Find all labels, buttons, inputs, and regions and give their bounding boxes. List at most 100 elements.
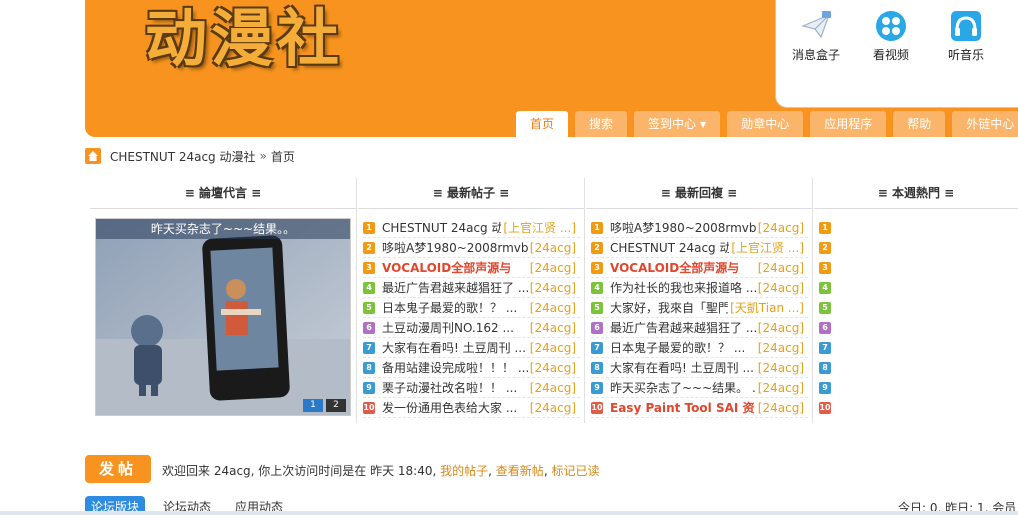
- new-post-author[interactable]: [24acg]: [527, 338, 576, 357]
- new-reply-author[interactable]: [24acg]: [755, 378, 804, 397]
- new-post-row[interactable]: 1 CHESTNUT 24acg 动 [上官江贤 ...]: [363, 218, 580, 238]
- new-reply-author[interactable]: [24acg]: [755, 358, 804, 377]
- new-reply-row[interactable]: 5 大家好，我來自「聖門 [天凱Tian ...]: [591, 298, 808, 318]
- hot-row[interactable]: 5: [819, 298, 841, 318]
- music-link[interactable]: 听音乐: [931, 10, 1001, 63]
- new-post-title[interactable]: VOCALOID全部声源与: [382, 258, 511, 277]
- slideshow-image: [96, 219, 350, 415]
- new-post-title[interactable]: 栗子动漫社改名啦！！ ...: [382, 378, 517, 397]
- hot-row[interactable]: 6: [819, 318, 841, 338]
- ad-slideshow[interactable]: 昨天买杂志了~~~结果。。 1 2: [95, 218, 351, 416]
- new-reply-author[interactable]: [天凱Tian ...]: [728, 298, 804, 317]
- breadcrumb: CHESTNUT 24acg 动漫社 » 首页: [85, 147, 295, 165]
- new-post-title[interactable]: 备用站建设完成啦！！！ ...: [382, 358, 529, 377]
- new-reply-author[interactable]: [24acg]: [755, 258, 804, 277]
- new-post-title[interactable]: 发一份通用色表给大家 ...: [382, 398, 517, 417]
- new-post-title[interactable]: 最近广告君越来越猖狂了 ...: [382, 278, 529, 297]
- nav-search[interactable]: 搜索: [575, 111, 628, 137]
- new-post-button[interactable]: 发帖: [85, 455, 151, 483]
- rank-number-icon: 10: [591, 402, 603, 414]
- new-post-title[interactable]: 大家有在看吗! 土豆周刊 ...: [382, 338, 526, 357]
- hot-row[interactable]: 9: [819, 378, 841, 398]
- nav-apps-label: 应用程序: [824, 117, 873, 131]
- new-reply-row[interactable]: 8 大家有在看吗! 土豆周刊 ... [24acg]: [591, 358, 808, 378]
- nav-external-links[interactable]: 外链中心▼: [952, 111, 1018, 137]
- new-reply-title[interactable]: 大家好，我來自「聖門: [610, 298, 730, 317]
- new-post-author[interactable]: [24acg]: [527, 238, 576, 257]
- breadcrumb-site[interactable]: CHESTNUT 24acg 动漫社: [110, 148, 256, 165]
- new-post-author[interactable]: [24acg]: [527, 318, 576, 337]
- new-reply-title[interactable]: 作为社长的我也来报道咯 ...: [610, 278, 757, 297]
- new-reply-author[interactable]: [24acg]: [755, 278, 804, 297]
- hot-row[interactable]: 10: [819, 398, 841, 418]
- rank-number-icon: 6: [819, 322, 831, 334]
- nav-apps[interactable]: 应用程序: [810, 111, 887, 137]
- video-label: 看视频: [872, 48, 909, 62]
- new-reply-row[interactable]: 7 日本鬼子最爱的歌！？ ... [24acg]: [591, 338, 808, 358]
- new-post-title[interactable]: 哆啦A梦1980~2008rmvb: [382, 238, 528, 257]
- new-post-row[interactable]: 7 大家有在看吗! 土豆周刊 ... [24acg]: [363, 338, 580, 358]
- hot-row[interactable]: 7: [819, 338, 841, 358]
- new-reply-title[interactable]: 最近广告君越来越猖狂了 ...: [610, 318, 757, 337]
- new-reply-author[interactable]: [24acg]: [755, 218, 804, 237]
- video-link[interactable]: 看视频: [856, 10, 926, 63]
- new-reply-row[interactable]: 9 昨天买杂志了~~~结果。 ... [24acg]: [591, 378, 808, 398]
- new-post-author[interactable]: [上官江贤 ...]: [501, 218, 576, 237]
- new-post-row[interactable]: 5 日本鬼子最爱的歌！？ ... [24acg]: [363, 298, 580, 318]
- new-reply-title[interactable]: 昨天买杂志了~~~结果。 ...: [610, 378, 763, 397]
- new-post-title[interactable]: 日本鬼子最爱的歌！？ ...: [382, 298, 517, 317]
- hot-row[interactable]: 1: [819, 218, 841, 238]
- new-reply-row[interactable]: 2 CHESTNUT 24acg 动 [上官江贤 ...]: [591, 238, 808, 258]
- new-post-row[interactable]: 2 哆啦A梦1980~2008rmvb [24acg]: [363, 238, 580, 258]
- my-posts-link[interactable]: 我的帖子: [440, 464, 488, 478]
- new-reply-title[interactable]: VOCALOID全部声源与: [610, 258, 739, 277]
- new-reply-author[interactable]: [24acg]: [755, 318, 804, 337]
- new-post-title[interactable]: CHESTNUT 24acg 动: [382, 218, 504, 237]
- new-reply-row[interactable]: 3 VOCALOID全部声源与 [24acg]: [591, 258, 808, 278]
- rank-number-icon: 9: [591, 382, 603, 394]
- new-reply-author[interactable]: [上官江贤 ...]: [729, 238, 804, 257]
- rank-number-icon: 9: [819, 382, 831, 394]
- new-reply-row[interactable]: 1 哆啦A梦1980~2008rmvb [24acg]: [591, 218, 808, 238]
- new-reply-title[interactable]: CHESTNUT 24acg 动: [610, 238, 732, 257]
- new-post-author[interactable]: [24acg]: [527, 358, 576, 377]
- new-reply-author[interactable]: [24acg]: [755, 398, 804, 417]
- new-reply-row[interactable]: 4 作为社长的我也来报道咯 ... [24acg]: [591, 278, 808, 298]
- new-post-author[interactable]: [24acg]: [527, 258, 576, 277]
- new-reply-title[interactable]: 大家有在看吗! 土豆周刊 ...: [610, 358, 754, 377]
- nav-medals[interactable]: 勋章中心: [727, 111, 804, 137]
- new-post-author[interactable]: [24acg]: [527, 278, 576, 297]
- hot-row[interactable]: 2: [819, 238, 841, 258]
- view-new-posts-link[interactable]: 查看新帖: [496, 464, 544, 478]
- nav-checkin[interactable]: 签到中心 ▼: [634, 111, 721, 137]
- hot-row[interactable]: 3: [819, 258, 841, 278]
- rank-number-icon: 7: [591, 342, 603, 354]
- new-reply-title[interactable]: 日本鬼子最爱的歌！？ ...: [610, 338, 745, 357]
- new-post-row[interactable]: 10 发一份通用色表给大家 ... [24acg]: [363, 398, 580, 418]
- mark-read-link[interactable]: 标记已读: [551, 464, 599, 478]
- new-reply-row[interactable]: 6 最近广告君越来越猖狂了 ... [24acg]: [591, 318, 808, 338]
- slideshow-page-2[interactable]: 2: [326, 399, 346, 412]
- rank-number-icon: 4: [591, 282, 603, 294]
- new-post-row[interactable]: 9 栗子动漫社改名啦！！ ... [24acg]: [363, 378, 580, 398]
- new-reply-author[interactable]: [24acg]: [755, 338, 804, 357]
- new-post-row[interactable]: 4 最近广告君越来越猖狂了 ... [24acg]: [363, 278, 580, 298]
- nav-help[interactable]: 帮助: [893, 111, 946, 137]
- new-post-row[interactable]: 8 备用站建设完成啦！！！ ... [24acg]: [363, 358, 580, 378]
- new-post-row[interactable]: 3 VOCALOID全部声源与 [24acg]: [363, 258, 580, 278]
- new-post-author[interactable]: [24acg]: [527, 378, 576, 397]
- hot-row[interactable]: 4: [819, 278, 841, 298]
- new-post-title[interactable]: 土豆动漫周刊NO.162 ...: [382, 318, 514, 337]
- slideshow-page-1[interactable]: 1: [303, 399, 323, 412]
- new-reply-row[interactable]: 10 Easy Paint Tool SAI 资 [24acg]: [591, 398, 808, 418]
- new-reply-title[interactable]: 哆啦A梦1980~2008rmvb: [610, 218, 756, 237]
- home-icon[interactable]: [85, 148, 101, 164]
- hot-row[interactable]: 8: [819, 358, 841, 378]
- new-reply-title[interactable]: Easy Paint Tool SAI 资: [610, 398, 755, 417]
- new-post-author[interactable]: [24acg]: [527, 398, 576, 417]
- nav-home[interactable]: 首页: [516, 111, 569, 137]
- new-post-row[interactable]: 6 土豆动漫周刊NO.162 ... [24acg]: [363, 318, 580, 338]
- new-post-author[interactable]: [24acg]: [527, 298, 576, 317]
- site-logo[interactable]: 动漫社: [145, 0, 343, 78]
- message-box-link[interactable]: 消息盒子: [781, 10, 851, 63]
